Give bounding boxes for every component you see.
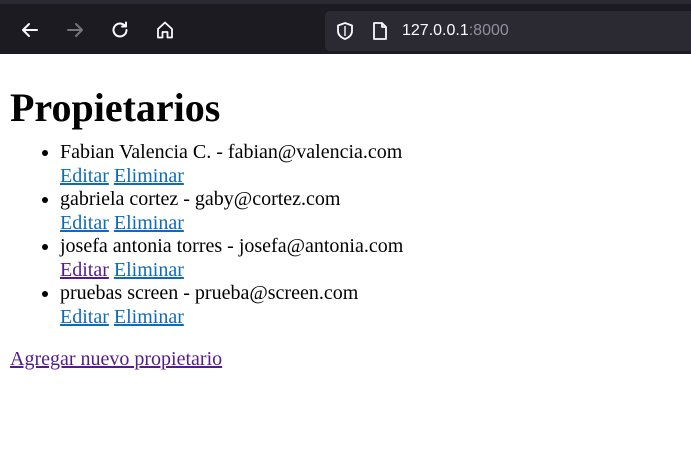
url-host: 127.0.0.1: [402, 22, 469, 39]
delete-link[interactable]: Eliminar: [114, 212, 184, 234]
back-button[interactable]: [13, 13, 47, 47]
owner-info: josefa antonia torres - josefa@antonia.c…: [60, 235, 404, 257]
owner-info: Fabian Valencia C. - fabian@valencia.com: [60, 141, 403, 163]
page-content: Propietarios Fabian Valencia C. - fabian…: [0, 85, 691, 372]
reload-button[interactable]: [103, 13, 137, 47]
address-bar[interactable]: 127.0.0.1:8000: [325, 11, 691, 51]
url-port: :8000: [468, 22, 509, 39]
url-text[interactable]: 127.0.0.1:8000: [402, 22, 509, 40]
delete-link[interactable]: Eliminar: [114, 165, 184, 187]
list-item: josefa antonia torres - josefa@antonia.c…: [60, 235, 681, 282]
back-arrow-icon: [22, 23, 38, 37]
owner-info: gabriela cortez - gaby@cortez.com: [60, 188, 341, 210]
forward-arrow-icon: [67, 23, 83, 37]
page-icon[interactable]: [371, 21, 389, 41]
list-item: pruebas screen - prueba@screen.com Edita…: [60, 282, 681, 329]
edit-link[interactable]: Editar: [60, 212, 109, 234]
list-item: Fabian Valencia C. - fabian@valencia.com…: [60, 141, 681, 188]
delete-link[interactable]: Eliminar: [114, 306, 184, 328]
list-item: gabriela cortez - gaby@cortez.com Editar…: [60, 188, 681, 235]
delete-link[interactable]: Eliminar: [114, 259, 184, 281]
page-title: Propietarios: [10, 85, 221, 130]
home-button[interactable]: [148, 13, 182, 47]
add-owner-link[interactable]: Agregar nuevo propietario: [10, 348, 222, 372]
edit-link[interactable]: Editar: [60, 306, 109, 328]
home-icon: [157, 21, 173, 39]
owner-info: pruebas screen - prueba@screen.com: [60, 282, 359, 304]
reload-icon: [112, 21, 128, 38]
edit-link[interactable]: Editar: [60, 165, 109, 187]
edit-link[interactable]: Editar: [60, 259, 109, 281]
forward-button[interactable]: [58, 13, 92, 47]
browser-toolbar: 127.0.0.1:8000: [0, 0, 691, 54]
owner-list: Fabian Valencia C. - fabian@valencia.com…: [10, 141, 681, 329]
shield-icon[interactable]: [335, 21, 355, 41]
